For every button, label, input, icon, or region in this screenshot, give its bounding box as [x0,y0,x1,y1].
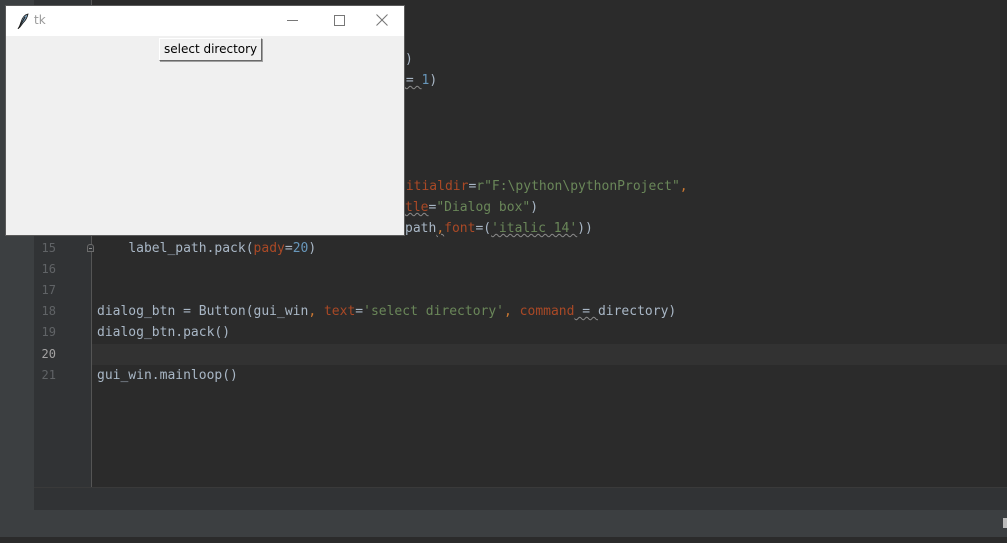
code-token: directory) [597,304,677,319]
line-number-active: 20 [41,347,56,361]
maximize-button[interactable] [315,6,361,36]
code-line: label_path.pack(pady=20) [97,238,316,259]
code-fragment: path,font=('italic 14')) [405,218,593,239]
code-token: , [504,304,520,319]
code-token: 20 [292,241,309,256]
line-number: 17 [41,283,56,297]
line-number: 21 [41,368,56,382]
code-token: dialog_btn = Button(gui_win [97,304,309,319]
current-line-highlight [92,344,1007,365]
horizontal-scrollbar[interactable] [34,487,1007,511]
minimize-button[interactable] [269,6,315,36]
code-token: font [444,221,476,236]
code-token: 'select directory' [363,304,505,319]
code-token: ) [530,200,539,215]
code-token: command [519,304,575,319]
window-title: tk [34,13,46,27]
tk-titlebar[interactable]: tk [6,6,404,36]
code-line: gui_win.mainloop() [97,365,238,386]
code-token: = [355,304,364,319]
code-token: gui_win.mainloop() [97,368,238,383]
code-token: tle [405,200,429,215]
line-number: 16 [41,262,56,276]
code-token: text [323,304,356,319]
code-token: 'italic 14' [491,221,578,236]
tk-window: tk select directory [5,5,405,236]
line-number: 18 [41,304,56,318]
code-fragment: tle="Dialog box") [405,197,538,218]
code-fragment: nitialdir=r"F:\python\pythonProject", [398,176,688,197]
status-indicator-icon [1003,518,1007,528]
code-token: , [436,221,445,236]
feather-icon [16,13,30,30]
code-line: dialog_btn = Button(gui_win, text='selec… [97,301,676,322]
code-token: ) [308,241,317,256]
code-line: dialog_btn.pack() [97,322,230,343]
code-fragment: ) [405,49,413,70]
code-token: )) [577,221,593,236]
code-token: r"F:\python\pythonProject" [476,179,680,194]
code-token: pady [253,241,285,256]
code-token: label_path.pack( [128,241,254,256]
code-token: , [679,179,688,194]
code-token: = [574,304,598,319]
code-token: dialog_btn.pack() [97,325,231,340]
line-number: 19 [41,325,56,339]
code-token: nitialdir [398,179,469,194]
code-token: "Dialog box" [436,200,531,215]
code-token: , [308,304,324,319]
bottom-toolbar [0,537,1007,543]
code-token: ) [405,52,413,67]
select-directory-button[interactable]: select directory [159,38,263,61]
tk-client-area: select directory [6,36,404,235]
code-token: path [405,221,437,236]
code-token: ) [429,73,438,88]
code-token: = [284,241,293,256]
close-icon [376,14,388,26]
fold-icon[interactable] [87,244,94,252]
status-bar [0,510,1007,537]
code-token: =( [475,221,492,236]
close-button[interactable] [359,6,405,36]
line-number: 15 [41,241,56,255]
